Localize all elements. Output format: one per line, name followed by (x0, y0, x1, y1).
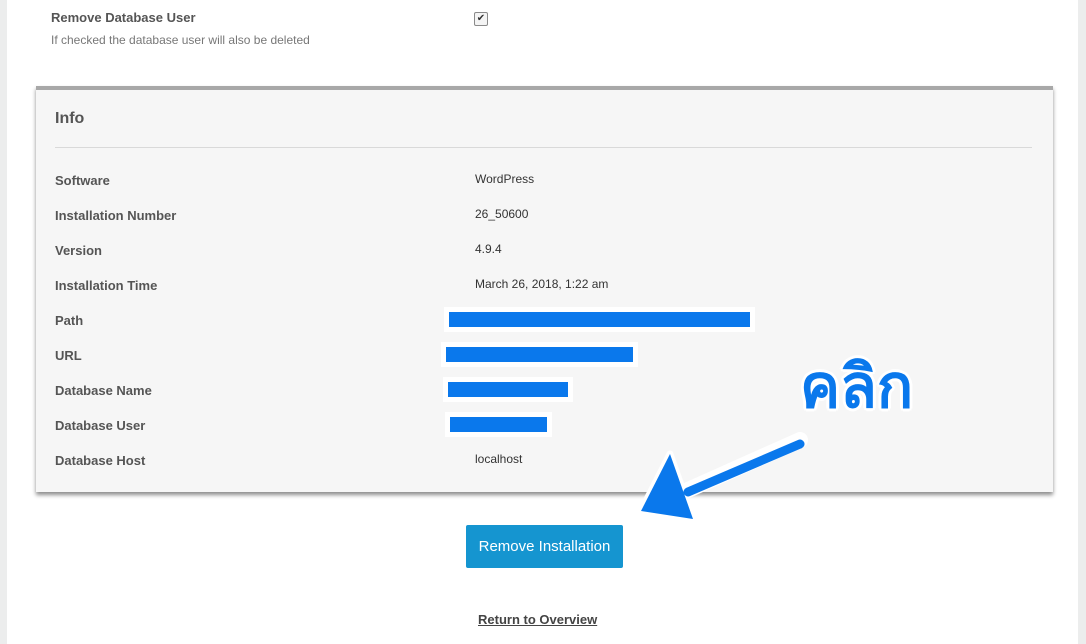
annotation-arrow-icon (637, 432, 808, 523)
annotation-label: คลิก (800, 352, 914, 422)
